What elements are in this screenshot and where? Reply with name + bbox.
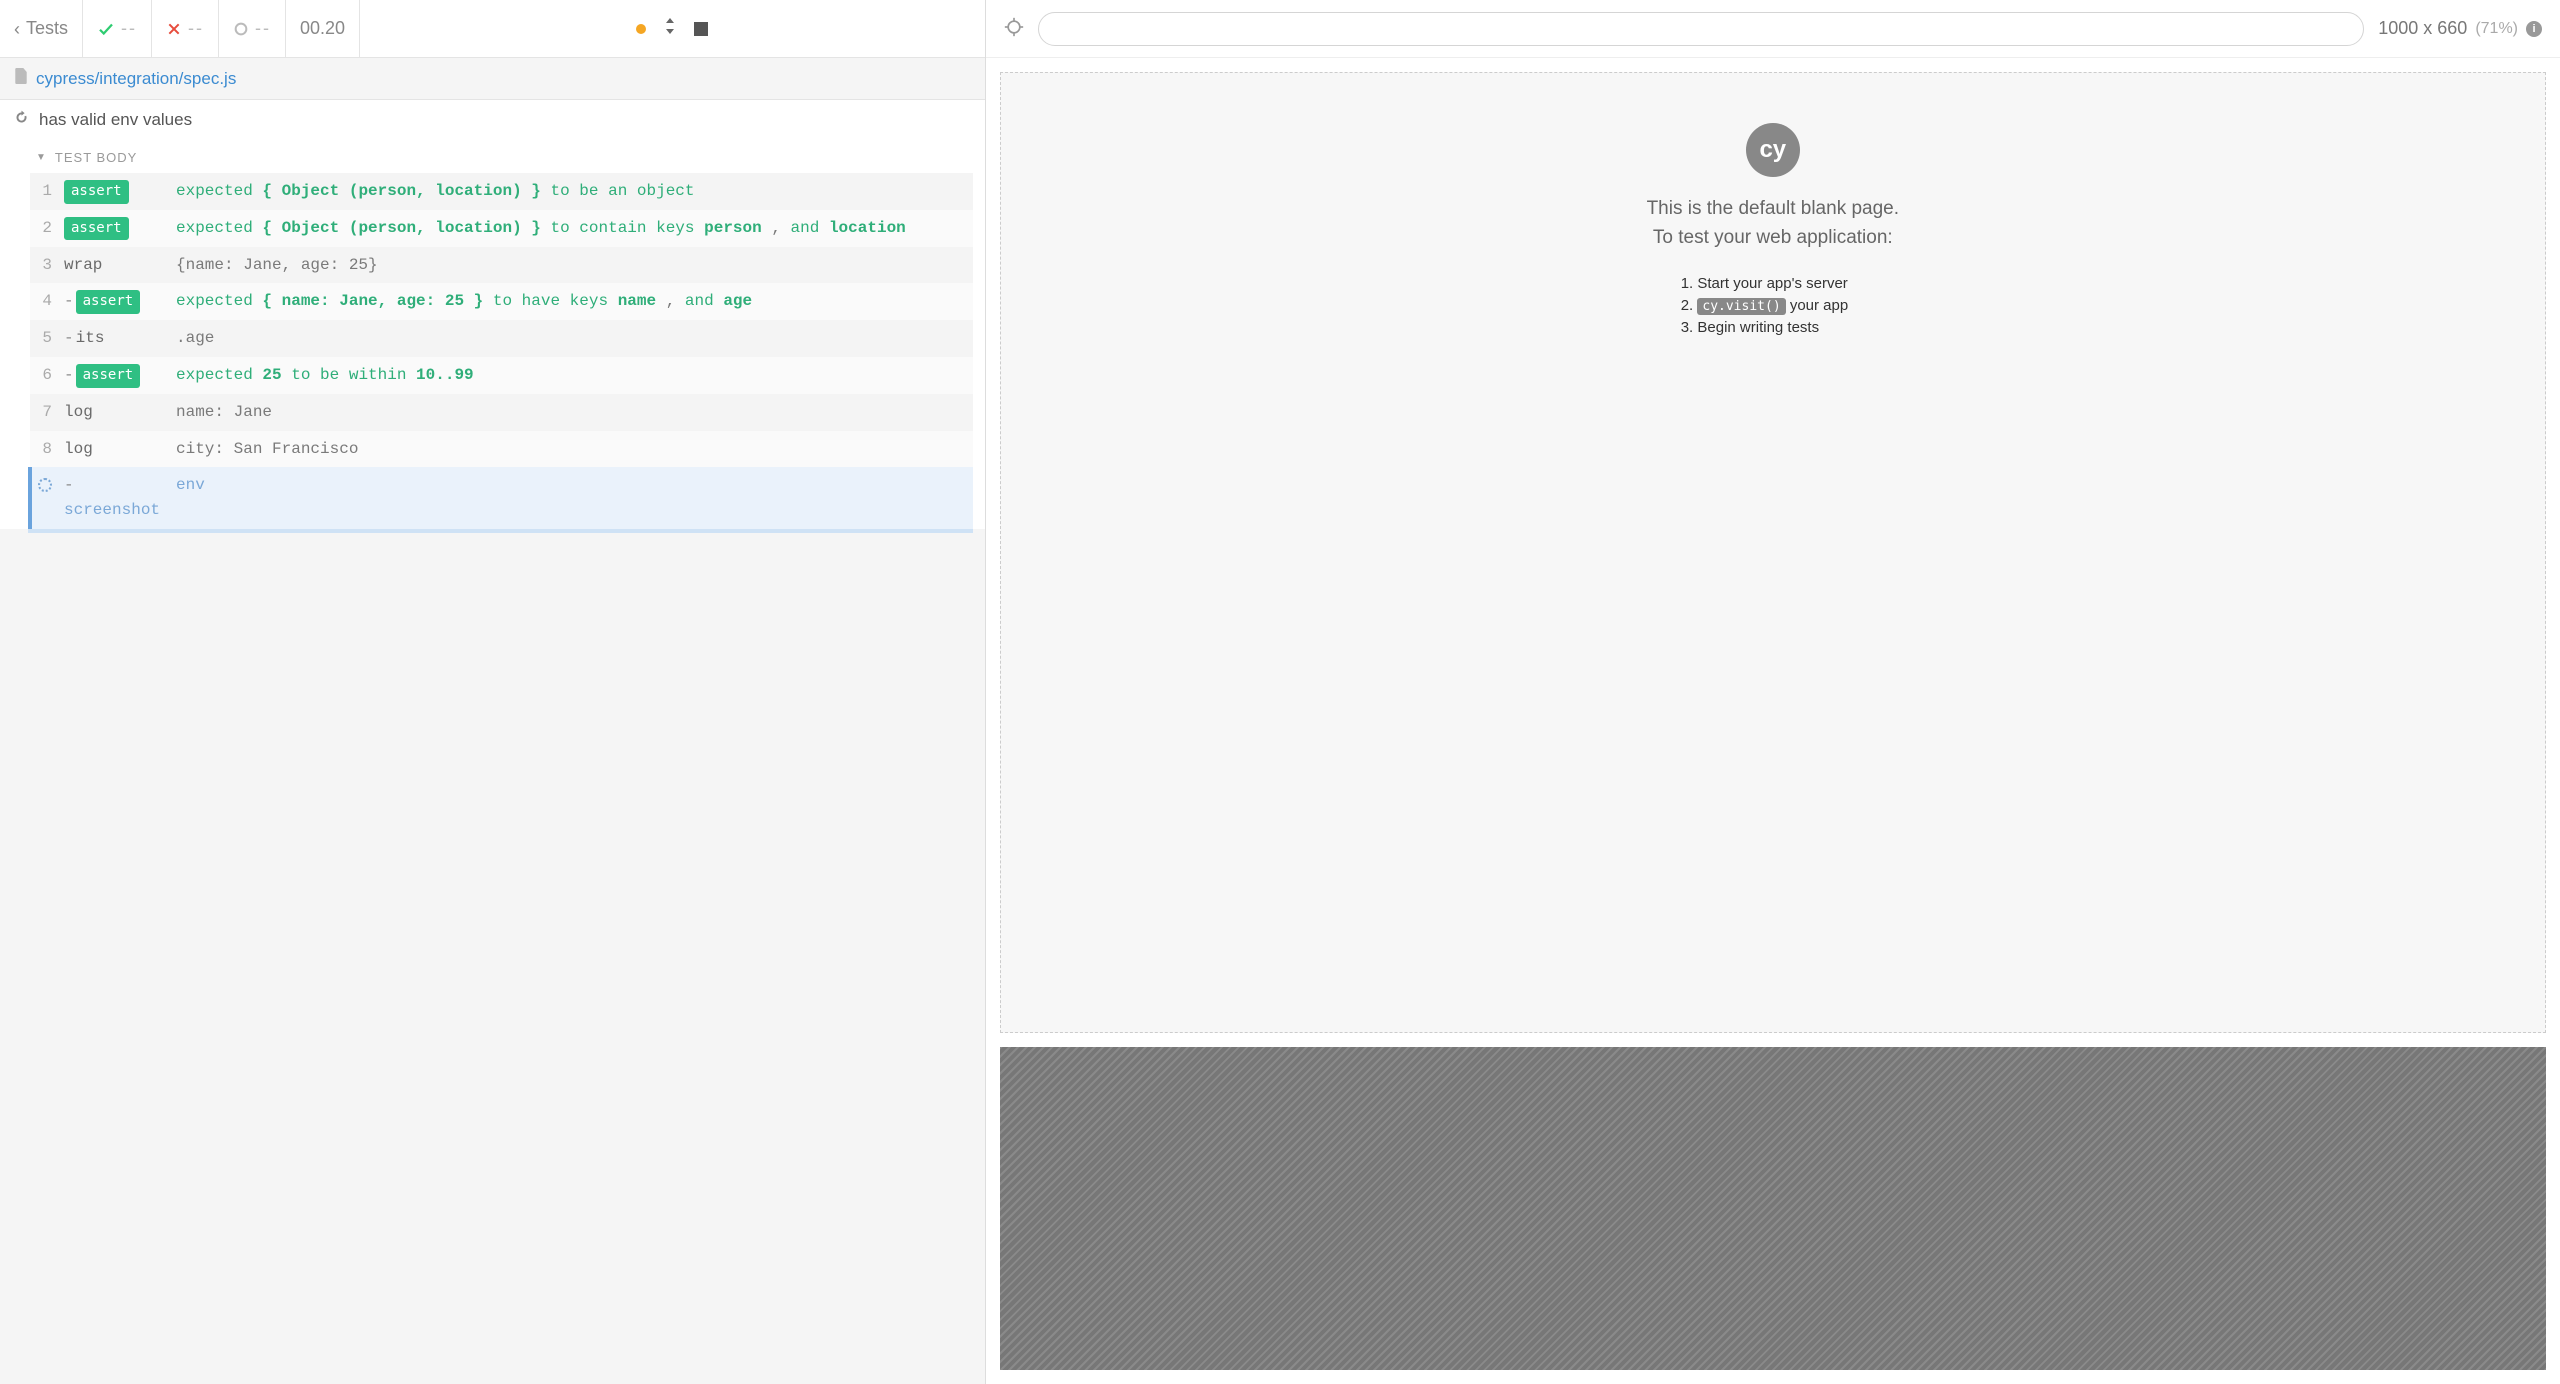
command-row-pending[interactable]: - screenshotenv bbox=[30, 467, 973, 529]
timer-display: 00.20 bbox=[286, 0, 360, 57]
command-number: 1 bbox=[30, 173, 58, 210]
next-command-button[interactable] bbox=[664, 18, 676, 39]
runner-controls bbox=[360, 0, 985, 57]
command-message: .age bbox=[170, 320, 973, 357]
aut-panel: 1000 x 660 (71%) i cy This is the defaul… bbox=[986, 0, 2560, 1384]
url-input[interactable] bbox=[1038, 12, 2365, 46]
command-name: - screenshot bbox=[58, 467, 170, 529]
chevron-left-icon: ‹ bbox=[14, 20, 20, 38]
up-down-arrows-icon bbox=[664, 18, 676, 34]
assert-badge: assert bbox=[64, 217, 129, 241]
back-label: Tests bbox=[26, 18, 68, 39]
command-message: expected { Object (person, location) } t… bbox=[170, 173, 973, 210]
command-row[interactable]: 8logcity: San Francisco bbox=[30, 431, 973, 468]
command-number: 6 bbox=[30, 357, 58, 394]
file-icon bbox=[14, 68, 28, 89]
back-to-tests-button[interactable]: ‹ Tests bbox=[0, 0, 83, 57]
test-title-row[interactable]: has valid env values bbox=[0, 100, 985, 140]
blank-step-3: Begin writing tests bbox=[1697, 319, 1848, 336]
spinner-icon bbox=[38, 478, 52, 492]
visit-code: cy.visit() bbox=[1697, 298, 1785, 315]
caret-down-icon: ▼ bbox=[36, 152, 47, 163]
stop-button[interactable] bbox=[694, 22, 708, 36]
test-body-label: TEST BODY bbox=[55, 150, 137, 165]
tests-failed-stat: -- bbox=[152, 0, 219, 57]
command-name: log bbox=[58, 394, 170, 431]
command-message: {name: Jane, age: 25} bbox=[170, 247, 973, 284]
aut-iframe-placeholder: cy This is the default blank page. To te… bbox=[1000, 72, 2546, 1033]
blank-page-steps: Start your app's server cy.visit() your … bbox=[1697, 270, 1848, 341]
crosshair-icon bbox=[1004, 17, 1024, 37]
status-dot-icon bbox=[636, 24, 646, 34]
command-number: 7 bbox=[30, 394, 58, 431]
command-table: 1assertexpected { Object (person, locati… bbox=[28, 173, 973, 529]
assert-badge: assert bbox=[64, 180, 129, 204]
command-message: name: Jane bbox=[170, 394, 973, 431]
command-message: expected 25 to be within 10..99 bbox=[170, 357, 973, 394]
command-row[interactable]: 2assert expected { Object (person, locati… bbox=[30, 210, 973, 247]
tests-passed-stat: -- bbox=[83, 0, 152, 57]
command-name: log bbox=[58, 431, 170, 468]
test-body-header[interactable]: ▼ TEST BODY bbox=[28, 140, 985, 173]
command-log: ▼ TEST BODY 1assertexpected { Object (pe… bbox=[0, 140, 985, 529]
command-name: -assert bbox=[58, 283, 170, 320]
command-name: wrap bbox=[58, 247, 170, 284]
command-row[interactable]: 3wrap{name: Jane, age: 25} bbox=[30, 247, 973, 284]
command-name: -assert bbox=[58, 357, 170, 394]
command-number: 8 bbox=[30, 431, 58, 468]
runner-header: ‹ Tests -- -- -- 00.20 bbox=[0, 0, 985, 58]
aut-header: 1000 x 660 (71%) i bbox=[986, 0, 2560, 58]
command-name: assert bbox=[58, 173, 170, 210]
command-row[interactable]: 7logname: Jane bbox=[30, 394, 973, 431]
blank-step-2: cy.visit() your app bbox=[1697, 297, 1848, 314]
assert-badge: assert bbox=[76, 364, 141, 388]
test-title: has valid env values bbox=[39, 110, 192, 130]
aut-overflow-hatch bbox=[1000, 1047, 2546, 1370]
command-name: -its bbox=[58, 320, 170, 357]
viewport-info[interactable]: 1000 x 660 (71%) i bbox=[2378, 18, 2542, 39]
command-row[interactable]: 5-its.age bbox=[30, 320, 973, 357]
command-number: 2 bbox=[30, 210, 58, 247]
x-icon bbox=[166, 21, 182, 37]
command-message: expected { name: Jane, age: 25 } to have… bbox=[170, 283, 973, 320]
running-icon bbox=[14, 110, 29, 130]
command-name: assert bbox=[58, 210, 170, 247]
command-message: city: San Francisco bbox=[170, 431, 973, 468]
command-message: expected { Object (person, location) } t… bbox=[170, 210, 973, 247]
reporter-panel: ‹ Tests -- -- -- 00.20 cypres bbox=[0, 0, 986, 1384]
spec-path: cypress/integration/spec.js bbox=[36, 69, 236, 89]
assert-badge: assert bbox=[76, 290, 141, 314]
check-icon bbox=[97, 20, 115, 38]
command-row[interactable]: 6-assertexpected 25 to be within 10..99 bbox=[30, 357, 973, 394]
aut-stage: cy This is the default blank page. To te… bbox=[986, 58, 2560, 1384]
command-number: 5 bbox=[30, 320, 58, 357]
spec-file-row[interactable]: cypress/integration/spec.js bbox=[0, 58, 985, 100]
blank-step-1: Start your app's server bbox=[1697, 275, 1848, 292]
command-spinner bbox=[30, 467, 58, 529]
command-log-footer-bar bbox=[28, 529, 973, 533]
viewport-size: 1000 x 660 bbox=[2378, 18, 2467, 39]
cypress-logo-icon: cy bbox=[1746, 123, 1800, 177]
selector-playground-button[interactable] bbox=[1004, 17, 1024, 40]
command-number: 4 bbox=[30, 283, 58, 320]
command-message: env bbox=[170, 467, 973, 529]
info-icon: i bbox=[2526, 21, 2542, 37]
viewport-scale: (71%) bbox=[2475, 20, 2518, 38]
command-row[interactable]: 1assert expected { Object (person, locati… bbox=[30, 173, 973, 210]
command-number: 3 bbox=[30, 247, 58, 284]
blank-page-message: This is the default blank page. To test … bbox=[1647, 195, 1899, 252]
tests-pending-stat: -- bbox=[219, 0, 286, 57]
command-row[interactable]: 4-assertexpected { name: Jane, age: 25 }… bbox=[30, 283, 973, 320]
pending-icon bbox=[233, 21, 249, 37]
